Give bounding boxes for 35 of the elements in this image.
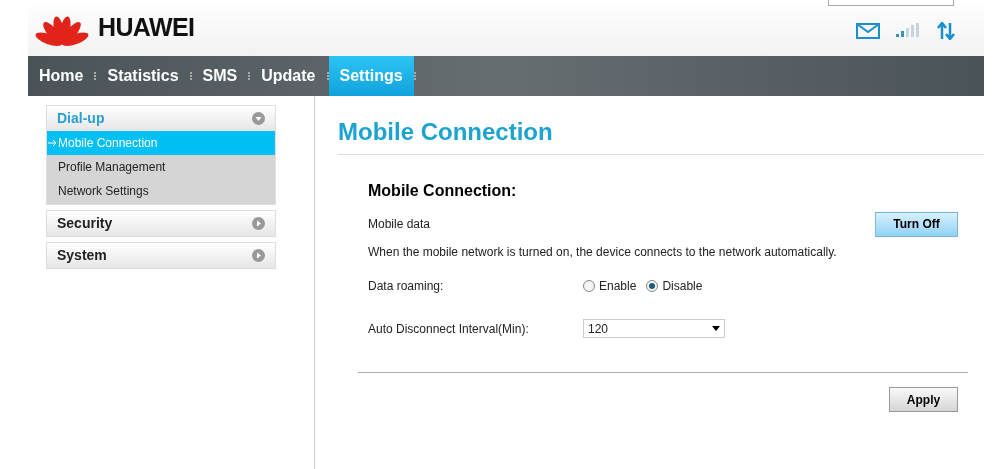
info-text: When the mobile network is turned on, the device connects to the network automatically.: [368, 244, 838, 261]
page-title: Mobile Connection: [338, 117, 554, 147]
radio-option[interactable]: Disable: [646, 277, 703, 295]
data-roaming-label: Data roaming:: [368, 278, 445, 295]
separator-icon: [94, 72, 97, 80]
radio-button[interactable]: [583, 280, 595, 292]
sidebar-section-header[interactable]: Security: [47, 211, 275, 236]
sidebar-item[interactable]: Profile Management: [47, 155, 275, 179]
section-title: Mobile Connection:: [368, 181, 518, 201]
up-down-arrows-icon: [936, 22, 956, 40]
chevron-right-icon: [252, 217, 265, 230]
interval-label: Auto Disconnect Interval(Min):: [368, 320, 530, 338]
apply-button[interactable]: Apply: [889, 387, 958, 412]
radio-button[interactable]: [646, 280, 659, 292]
nav-tab[interactable]: SMS: [191, 56, 249, 96]
separator-icon: [413, 72, 416, 80]
sidebar-item[interactable]: Network Settings: [47, 179, 275, 203]
chevron-right-icon: [252, 249, 265, 262]
radio-option[interactable]: Enable: [583, 277, 637, 295]
chevron-down-icon: [252, 112, 265, 125]
arrow-right-icon: [48, 139, 57, 147]
envelope-icon[interactable]: [856, 23, 880, 39]
brand-logo-text: HUAWEI: [98, 12, 195, 44]
separator-icon: [189, 72, 192, 80]
caret-icon: [712, 326, 720, 331]
interval-select[interactable]: 120: [583, 319, 725, 338]
turn-off-button[interactable]: Turn Off: [875, 211, 958, 237]
nav-tab[interactable]: Statistics: [96, 56, 190, 96]
nav-tab[interactable]: Home: [28, 56, 95, 96]
signal-icon: [896, 23, 920, 39]
separator-icon: [326, 72, 329, 80]
sidebar-section-header[interactable]: System: [47, 243, 275, 268]
nav-tab[interactable]: Update: [250, 56, 327, 96]
separator-icon: [248, 72, 251, 80]
mobile-data-label: Mobile data: [368, 216, 431, 233]
